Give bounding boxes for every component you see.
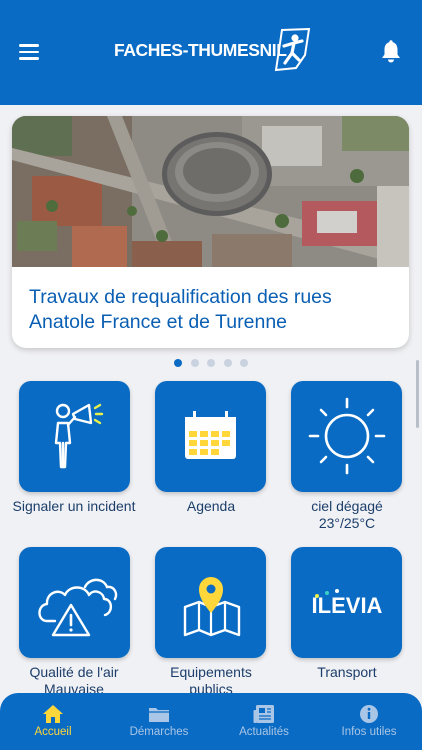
bottom-tab-bar: Accueil Démarches Actualités Infos utile… xyxy=(0,693,422,750)
carousel-dot-5[interactable] xyxy=(240,359,248,367)
ilevia-logo-text: ILEVIA xyxy=(312,593,383,618)
carousel-dot-4[interactable] xyxy=(224,359,232,367)
tab-actualites[interactable]: Actualités xyxy=(211,693,317,750)
aerial-photo-image xyxy=(12,116,409,267)
tab-demarches[interactable]: Démarches xyxy=(106,693,212,750)
carousel-dot-1[interactable] xyxy=(174,359,182,367)
tile-equipements[interactable] xyxy=(155,547,266,658)
calendar-icon xyxy=(185,411,236,459)
folder-icon xyxy=(149,708,169,722)
newspaper-icon xyxy=(253,705,274,723)
cloud-warning-icon xyxy=(38,578,118,637)
tile-label-signaler: Signaler un incident xyxy=(12,498,136,514)
sun-icon xyxy=(308,397,386,475)
megaphone-person-icon xyxy=(54,403,104,469)
logo-text: FACHES-THUMESNIL xyxy=(114,40,287,60)
carousel-dot-2[interactable] xyxy=(191,359,199,367)
hamburger-menu-icon[interactable] xyxy=(19,44,39,60)
carousel-dot-3[interactable] xyxy=(207,359,215,367)
tile-label-weather: ciel dégagé 23°/25°C xyxy=(311,498,383,531)
tab-label-actualites: Actualités xyxy=(239,726,289,738)
tile-transport[interactable]: ILEVIA xyxy=(291,547,402,658)
tile-label-transport: Transport xyxy=(317,664,377,680)
tab-label-infos: Infos utiles xyxy=(341,726,397,738)
scrollbar-thumb[interactable] xyxy=(416,360,419,428)
tile-label-agenda: Agenda xyxy=(186,498,236,514)
map-pin-icon xyxy=(183,577,241,637)
bell-icon[interactable] xyxy=(380,40,402,64)
app-header: FACHES-THUMESNIL xyxy=(0,0,422,105)
tab-accueil[interactable]: Accueil xyxy=(0,693,106,750)
running-figure-logo xyxy=(274,28,311,72)
tile-air-quality[interactable] xyxy=(19,547,130,658)
news-title[interactable]: Travaux de requalification des rues Anat… xyxy=(29,285,399,335)
home-icon xyxy=(43,705,63,723)
tab-label-accueil: Accueil xyxy=(34,726,72,738)
app-logo: FACHES-THUMESNIL xyxy=(114,28,314,72)
tile-agenda[interactable] xyxy=(155,381,266,492)
tab-label-demarches: Démarches xyxy=(129,726,189,738)
tile-weather[interactable] xyxy=(291,381,402,492)
news-card[interactable]: Travaux de requalification des rues Anat… xyxy=(12,116,409,348)
info-icon xyxy=(360,705,378,723)
ilevia-logo: ILEVIA xyxy=(312,589,383,618)
tile-signaler-incident[interactable] xyxy=(19,381,130,492)
tab-infos-utiles[interactable]: Infos utiles xyxy=(316,693,422,750)
